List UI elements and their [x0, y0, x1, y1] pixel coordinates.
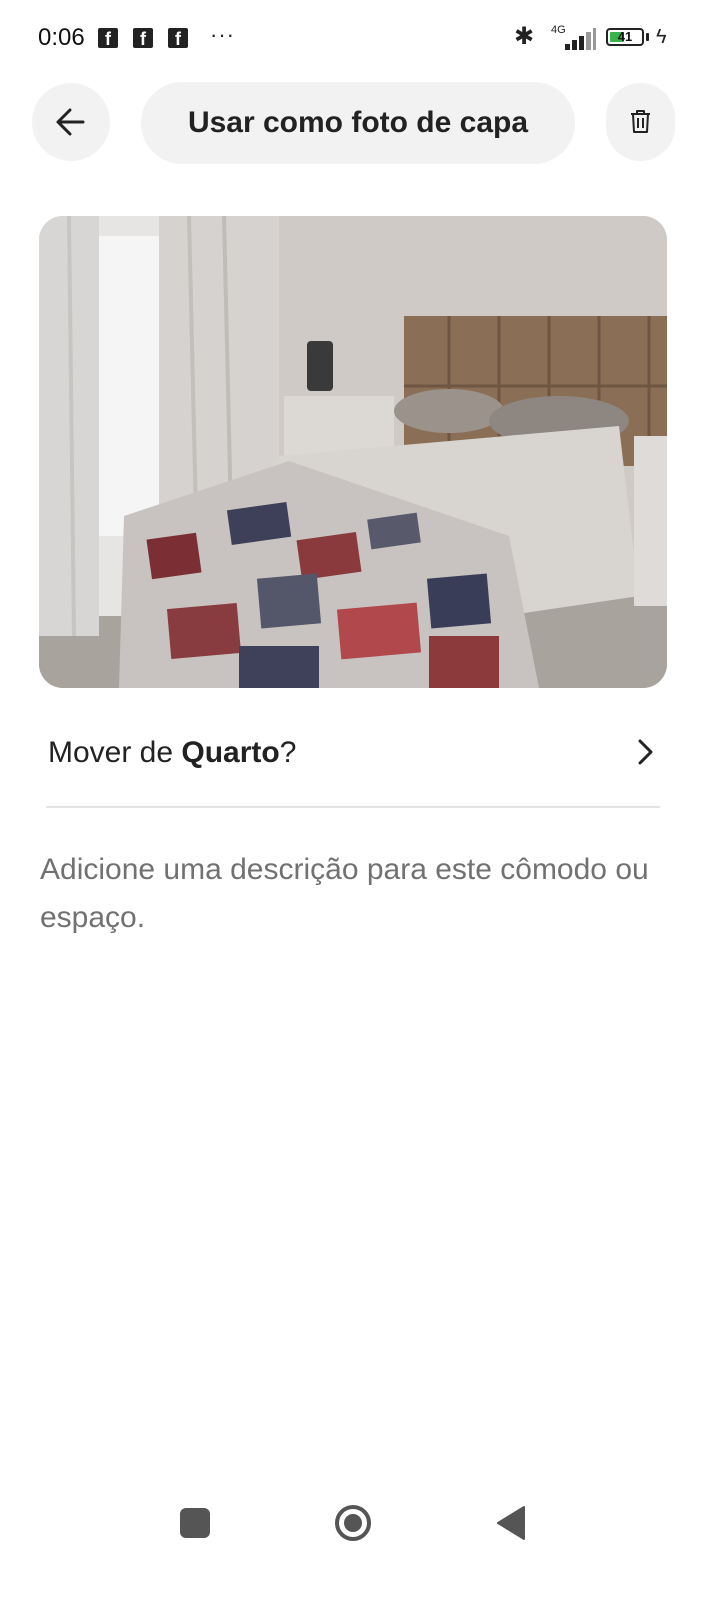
bluetooth-icon: ✱ — [514, 23, 535, 50]
move-room-suffix: ? — [279, 736, 297, 769]
back-button[interactable] — [32, 83, 110, 161]
move-room-prefix: Mover de — [48, 736, 182, 769]
home-button[interactable] — [334, 1504, 372, 1542]
use-as-cover-label: Usar como foto de capa — [187, 106, 529, 139]
battery-level: 41 — [617, 29, 633, 44]
status-time: 0:06 — [38, 24, 85, 51]
facebook-icon: f — [98, 28, 118, 49]
battery-tip — [646, 33, 649, 41]
room-photo[interactable] — [39, 216, 667, 688]
status-bar: 0:06 f f f ··· ✱ 4G 41 ϟ — [0, 0, 720, 78]
chevron-right-icon — [638, 739, 653, 765]
divider — [46, 806, 660, 808]
facebook-icon: f — [168, 28, 188, 49]
bedroom-photo-illustration — [39, 216, 667, 688]
facebook-icon: f — [133, 28, 153, 49]
charging-icon: ϟ — [656, 26, 667, 48]
recent-apps-button[interactable] — [180, 1508, 210, 1538]
more-notifications-icon: ··· — [210, 22, 235, 47]
arrow-left-icon — [56, 108, 85, 136]
signal-strength-icon — [565, 28, 597, 50]
network-type-label: 4G — [551, 24, 566, 36]
trash-icon — [631, 110, 650, 133]
nav-back-button[interactable] — [496, 1505, 526, 1541]
battery-icon: 41 — [606, 28, 644, 46]
move-room-name: Quarto — [181, 736, 280, 769]
move-room-label: Mover de Quarto? — [48, 736, 296, 770]
move-room-row[interactable]: Mover de Quarto? — [46, 722, 660, 788]
use-as-cover-button[interactable]: Usar como foto de capa — [141, 82, 575, 164]
description-input[interactable]: Adicione uma descrição para este cômodo … — [40, 846, 670, 942]
delete-button[interactable] — [606, 83, 675, 161]
